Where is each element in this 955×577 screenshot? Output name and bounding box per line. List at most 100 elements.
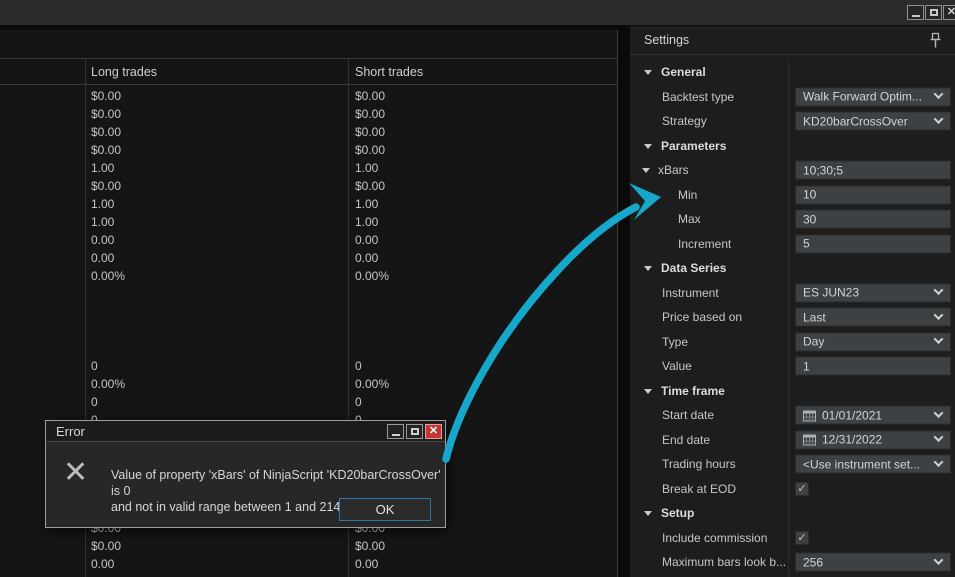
table-row: $0.00 $0.00 — [0, 177, 617, 195]
settings-row-price-based-on: Price based on Last — [630, 305, 955, 330]
increment-value: 5 — [803, 236, 810, 251]
price-based-on-label: Price based on — [662, 310, 743, 325]
settings-row-value: Value 1 — [630, 354, 955, 379]
dialog-close-icon[interactable]: ✕ — [425, 424, 442, 439]
maximum-bars-look-b-field[interactable]: 256 — [795, 552, 951, 572]
dialog-minimize-glyph — [391, 433, 400, 436]
short-trades-column-header[interactable]: Short trades — [348, 65, 617, 79]
strategy-field[interactable]: KD20barCrossOver — [795, 111, 951, 131]
collapse-triangle-icon[interactable] — [644, 70, 652, 76]
include-commission-checkbox[interactable]: ✓ — [795, 530, 809, 545]
section-header-setup[interactable]: Setup — [630, 501, 955, 526]
type-value: Day — [803, 334, 825, 349]
short-trades-cell: $0.00 — [355, 179, 386, 193]
dialog-maximize-glyph — [410, 428, 419, 435]
dialog-minimize-icon[interactable] — [387, 424, 404, 439]
table-row — [0, 339, 617, 357]
error-dialog-titlebar: Error ✕ — [46, 421, 445, 442]
type-field[interactable]: Day — [795, 332, 951, 352]
table-row — [0, 285, 617, 303]
maximum-bars-look-b-label: Maximum bars look b... — [662, 555, 787, 570]
instrument-value: ES JUN23 — [803, 285, 860, 300]
setup-label: Setup — [661, 506, 695, 521]
chevron-down-icon[interactable] — [933, 334, 944, 345]
xbars-field[interactable]: 10;30;5 — [795, 160, 951, 180]
minimize-icon[interactable] — [907, 5, 924, 20]
chevron-down-icon[interactable] — [933, 407, 944, 418]
backtest-type-field[interactable]: Walk Forward Optim... — [795, 87, 951, 107]
settings-row-start-date: Start date 01/01/2021 — [630, 403, 955, 428]
long-trades-cell: $0.00 — [91, 107, 122, 121]
xbars-value: 10;30;5 — [803, 163, 844, 178]
xbars-label: xBars — [658, 163, 689, 178]
chevron-down-icon[interactable] — [933, 432, 944, 443]
table-row: $0.00 $0.00 — [0, 141, 617, 159]
price-based-on-field[interactable]: Last — [795, 307, 951, 327]
increment-field[interactable]: 5 — [795, 234, 951, 254]
section-header-parameters[interactable]: Parameters — [630, 134, 955, 159]
table-row — [0, 321, 617, 339]
table-row: $0.00 $0.00 — [0, 123, 617, 141]
min-field[interactable]: 10 — [795, 185, 951, 205]
settings-row-include-commission: Include commission ✓ — [630, 526, 955, 551]
long-trades-cell: 0 — [91, 395, 98, 409]
table-row: 0.00 0.00 — [0, 555, 617, 573]
backtest-type-label: Backtest type — [662, 89, 735, 104]
trading-hours-field[interactable]: <Use instrument set... — [795, 454, 951, 474]
collapse-triangle-icon[interactable] — [642, 168, 650, 174]
collapse-triangle-icon[interactable] — [644, 511, 652, 517]
section-header-data-series[interactable]: Data Series — [630, 256, 955, 281]
table-row: 00 — [0, 393, 617, 411]
maximize-icon[interactable] — [925, 5, 942, 20]
settings-panel: Settings General Backtest type Walk Forwar… — [630, 26, 955, 577]
value-label: Value — [662, 359, 692, 374]
min-label: Min — [678, 187, 698, 202]
ok-button[interactable]: OK — [339, 498, 431, 521]
long-trades-cell: $0.00 — [91, 143, 122, 157]
dialog-maximize-icon[interactable] — [406, 424, 423, 439]
end-date-label: End date — [662, 432, 711, 447]
chevron-down-icon[interactable] — [933, 456, 944, 467]
max-label: Max — [678, 212, 701, 227]
trading-hours-label: Trading hours — [662, 457, 736, 472]
pin-icon[interactable] — [929, 32, 942, 52]
chevron-down-icon[interactable] — [933, 285, 944, 296]
close-icon[interactable]: ✕ — [943, 5, 955, 20]
long-trades-cell: 0.00% — [91, 269, 126, 283]
value-field[interactable]: 1 — [795, 356, 951, 376]
chevron-down-icon[interactable] — [933, 554, 944, 565]
table-row: $0.00 $0.00 — [0, 87, 617, 105]
min-value: 10 — [803, 187, 817, 202]
start-date-label: Start date — [662, 408, 715, 423]
short-trades-cell: 0.00% — [355, 377, 390, 391]
max-field[interactable]: 30 — [795, 209, 951, 229]
type-label: Type — [662, 334, 689, 349]
strategy-value: KD20barCrossOver — [803, 114, 908, 129]
collapse-triangle-icon[interactable] — [644, 266, 652, 272]
table-row: $0.00 $0.00 — [0, 105, 617, 123]
settings-panel-header: Settings — [630, 26, 955, 55]
error-message-line1: Value of property 'xBars' of NinjaScript… — [111, 468, 441, 498]
section-header-general[interactable]: General — [630, 60, 955, 85]
settings-panel-title: Settings — [644, 33, 690, 47]
long-trades-cell: 0.00 — [91, 251, 115, 265]
chevron-down-icon[interactable] — [933, 89, 944, 100]
long-trades-cell: $0.00 — [91, 89, 122, 103]
long-trades-column-header[interactable]: Long trades — [85, 65, 348, 79]
instrument-field[interactable]: ES JUN23 — [795, 283, 951, 303]
end-date-field[interactable]: 12/31/2022 — [795, 430, 951, 450]
break-at-eod-checkbox[interactable]: ✓ — [795, 481, 809, 496]
long-trades-cell: $0.00 — [91, 125, 122, 139]
chevron-down-icon[interactable] — [933, 309, 944, 320]
settings-row-backtest-type: Backtest type Walk Forward Optim... — [630, 85, 955, 110]
short-trades-cell: 0.00 — [355, 557, 379, 571]
start-date-field[interactable]: 01/01/2021 — [795, 405, 951, 425]
short-trades-cell: 0.00% — [355, 269, 390, 283]
chevron-down-icon[interactable] — [933, 113, 944, 124]
error-dialog: Error ✕ ✕ Value of property 'xBars' of N… — [45, 420, 446, 528]
collapse-triangle-icon[interactable] — [644, 388, 652, 394]
table-row: $0.00 $0.00 — [0, 537, 617, 555]
settings-row-trading-hours: Trading hours <Use instrument set... — [630, 452, 955, 477]
section-header-time-frame[interactable]: Time frame — [630, 379, 955, 404]
collapse-triangle-icon[interactable] — [644, 143, 652, 149]
